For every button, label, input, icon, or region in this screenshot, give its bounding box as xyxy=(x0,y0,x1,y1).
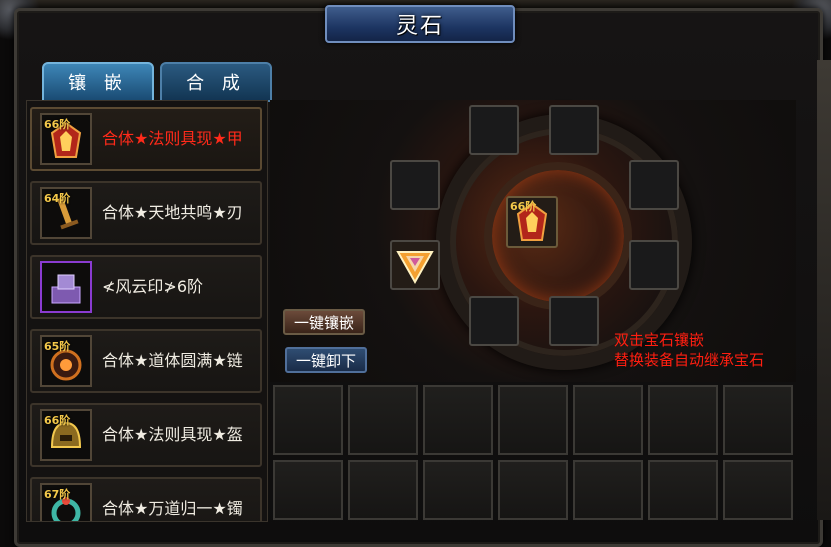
inventory-cell[interactable] xyxy=(723,385,793,455)
list-item[interactable]: ≮风云印≯6阶 xyxy=(30,255,262,319)
item-tier: 64阶 xyxy=(44,192,71,205)
embed-all-button[interactable]: 一键镶嵌 xyxy=(283,309,365,335)
item-tier: 66阶 xyxy=(44,118,71,131)
inventory-cell[interactable] xyxy=(723,460,793,520)
inventory-cell[interactable] xyxy=(273,385,343,455)
gem-slot[interactable] xyxy=(390,160,440,210)
center-equipment-slot[interactable]: 66阶 xyxy=(506,196,558,248)
remove-all-button[interactable]: 一键卸下 xyxy=(285,347,367,373)
equipment-list[interactable]: 66阶 合体★法则具现★甲 64阶 合体★天地共鸣★刃 ≮风云印≯6阶 65阶 … xyxy=(26,100,268,522)
side-ornament xyxy=(817,60,831,520)
item-label: 合体★道体圆满★链 xyxy=(102,351,243,370)
item-label: ≮风云印≯6阶 xyxy=(102,277,203,296)
list-item[interactable]: 64阶 合体★天地共鸣★刃 xyxy=(30,181,262,245)
gem-slot[interactable] xyxy=(469,296,519,346)
item-label: 合体★法则具现★盔 xyxy=(102,425,243,444)
inventory-cell[interactable] xyxy=(498,460,568,520)
item-icon-slot: 67阶 xyxy=(40,483,92,521)
item-icon-slot: 65阶 xyxy=(40,335,92,387)
inventory-cell[interactable] xyxy=(348,385,418,455)
list-item[interactable]: 66阶 合体★法则具现★盔 xyxy=(30,403,262,467)
item-icon-slot xyxy=(40,261,92,313)
inventory-cell[interactable] xyxy=(498,385,568,455)
item-tier: 66阶 xyxy=(44,414,71,427)
seal-icon xyxy=(51,274,81,304)
inventory-cell[interactable] xyxy=(648,460,718,520)
inventory-cell[interactable] xyxy=(573,460,643,520)
gem-slot[interactable] xyxy=(549,296,599,346)
item-icon-slot: 66阶 xyxy=(40,409,92,461)
gem-slot[interactable] xyxy=(390,240,440,290)
hint-line-1: 双击宝石镶嵌 xyxy=(614,331,705,349)
window-title-bar: 灵石 xyxy=(325,5,515,43)
inventory-cell[interactable] xyxy=(273,460,343,520)
list-item[interactable]: 67阶 合体★万道归一★镯 xyxy=(30,477,262,521)
list-item[interactable]: 65阶 合体★道体圆满★链 xyxy=(30,329,262,393)
inventory-cell[interactable] xyxy=(648,385,718,455)
center-item-tier: 66阶 xyxy=(510,200,537,213)
gem-slot[interactable] xyxy=(629,160,679,210)
item-label: 合体★天地共鸣★刃 xyxy=(102,203,243,222)
item-icon-slot: 66阶 xyxy=(40,113,92,165)
inventory-cell[interactable] xyxy=(573,385,643,455)
gem-slot[interactable] xyxy=(549,105,599,155)
hint-line-2: 替换装备自动继承宝石 xyxy=(614,351,765,369)
embed-area: 66阶 一键镶嵌 一键卸下 双击宝石镶嵌 替换装备自动继承宝石 xyxy=(270,100,796,382)
item-icon-slot: 64阶 xyxy=(40,187,92,239)
gem-slot[interactable] xyxy=(629,240,679,290)
inventory-cell[interactable] xyxy=(423,460,493,520)
gem-slot[interactable] xyxy=(469,105,519,155)
item-tier: 65阶 xyxy=(44,340,71,353)
tab-embed[interactable]: 镶 嵌 xyxy=(42,62,154,102)
inventory-cell[interactable] xyxy=(348,460,418,520)
item-tier: 67阶 xyxy=(44,488,71,501)
list-item[interactable]: 66阶 合体★法则具现★甲 xyxy=(30,107,262,171)
gem-inventory[interactable] xyxy=(273,385,797,521)
gem-icon xyxy=(396,251,434,285)
window-title: 灵石 xyxy=(395,14,444,39)
item-label: 合体★万道归一★镯 xyxy=(102,499,243,518)
tab-synthesize[interactable]: 合 成 xyxy=(160,62,272,102)
inventory-cell[interactable] xyxy=(423,385,493,455)
item-label: 合体★法则具现★甲 xyxy=(102,129,243,148)
